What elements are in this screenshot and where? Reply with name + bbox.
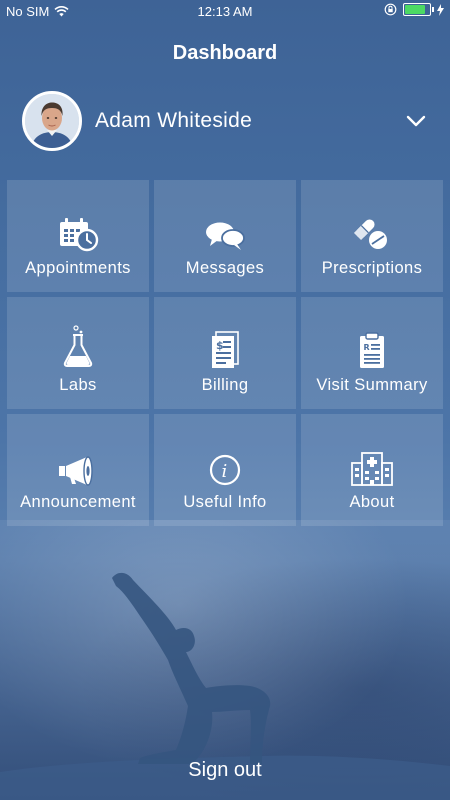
charging-icon bbox=[437, 3, 444, 16]
info-icon: i bbox=[209, 450, 241, 486]
tile-label: Announcement bbox=[20, 493, 136, 511]
status-time: 12:13 AM bbox=[197, 4, 253, 19]
page-title: Dashboard bbox=[172, 42, 278, 64]
tile-visit-summary[interactable]: R Visit Summary bbox=[301, 297, 443, 409]
hospital-icon bbox=[349, 450, 395, 486]
pills-icon bbox=[354, 216, 390, 252]
svg-text:R: R bbox=[364, 343, 370, 352]
orientation-lock-icon bbox=[384, 3, 397, 16]
tile-billing[interactable]: $ Billing bbox=[154, 297, 296, 409]
flask-icon bbox=[62, 325, 94, 369]
profile-row[interactable]: Adam Whiteside bbox=[22, 88, 428, 154]
avatar[interactable] bbox=[22, 91, 82, 151]
megaphone-icon bbox=[57, 450, 99, 486]
tile-prescriptions[interactable]: Prescriptions bbox=[301, 180, 443, 292]
chat-bubbles-icon bbox=[204, 216, 246, 252]
chevron-down-icon[interactable] bbox=[404, 109, 428, 133]
tile-label: Appointments bbox=[25, 259, 131, 277]
dashboard-grid: Appointments Messages Prescriptions Labs… bbox=[7, 180, 443, 526]
calendar-clock-icon bbox=[56, 216, 100, 252]
tile-appointments[interactable]: Appointments bbox=[7, 180, 149, 292]
tile-label: Messages bbox=[185, 259, 265, 277]
tile-label: Labs bbox=[59, 376, 97, 394]
tile-label: Billing bbox=[201, 376, 249, 394]
tile-announcement[interactable]: Announcement bbox=[7, 414, 149, 526]
bill-icon: $ bbox=[210, 331, 240, 369]
tile-useful-info[interactable]: i Useful Info bbox=[154, 414, 296, 526]
clipboard-icon: R bbox=[358, 332, 386, 369]
status-bar: No SIM 12:13 AM bbox=[0, 0, 450, 24]
tile-labs[interactable]: Labs bbox=[7, 297, 149, 409]
tile-messages[interactable]: Messages bbox=[154, 180, 296, 292]
svg-text:i: i bbox=[222, 461, 228, 482]
tile-label: Visit Summary bbox=[316, 376, 428, 394]
battery-icon bbox=[403, 3, 434, 16]
tile-label: Useful Info bbox=[183, 493, 267, 511]
tile-label: About bbox=[349, 493, 395, 511]
user-name: Adam Whiteside bbox=[95, 109, 253, 132]
tile-about[interactable]: About bbox=[301, 414, 443, 526]
sign-out-button[interactable]: Sign out bbox=[0, 759, 450, 782]
svg-text:$: $ bbox=[216, 339, 224, 352]
tile-label: Prescriptions bbox=[321, 259, 423, 277]
